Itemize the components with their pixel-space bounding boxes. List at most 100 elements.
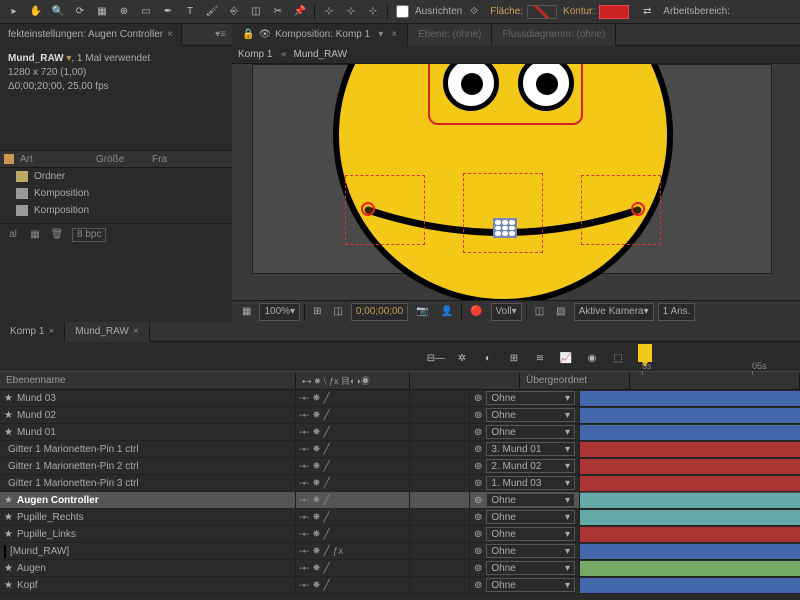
layer-clip[interactable]	[580, 578, 800, 593]
comp-viewer[interactable]	[232, 64, 800, 300]
collapse-switch[interactable]: ✸	[312, 410, 320, 421]
timeline-tab[interactable]: Mund_RAW×	[65, 322, 149, 342]
hand-tool-icon[interactable]: ✋	[26, 3, 46, 21]
collapse-switch[interactable]: ✸	[312, 478, 320, 489]
shy-switch[interactable]: -⬩-	[299, 427, 309, 438]
col-mode[interactable]	[410, 372, 520, 390]
fb-icon[interactable]: ⊞	[504, 349, 524, 367]
project-row[interactable]: Komposition	[0, 185, 232, 202]
fx-switch[interactable]: ƒx	[333, 546, 344, 557]
eraser-tool-icon[interactable]: ◫	[246, 3, 266, 21]
pickwhip-icon[interactable]: ⊚	[474, 580, 482, 591]
pickwhip-icon[interactable]: ⊚	[474, 393, 482, 404]
layer-row[interactable]: ★ Pupille_Rechts -⬩-✸╱ ⊚Ohne▾	[0, 509, 800, 526]
layer-clip[interactable]	[580, 510, 800, 525]
layer-row[interactable]: ★ Mund 01 -⬩-✸╱ ⊚Ohne▾	[0, 424, 800, 441]
shy-switch[interactable]: -⬩-	[299, 580, 309, 591]
shy-switch[interactable]: -⬩-	[299, 410, 309, 421]
collapse-switch[interactable]: ✸	[312, 580, 320, 591]
layer-clip[interactable]	[580, 391, 800, 406]
resolution-dropdown[interactable]: Voll ▾	[491, 303, 522, 321]
layer-clip[interactable]	[580, 493, 800, 508]
quality-switch[interactable]: ╱	[324, 563, 330, 574]
collapse-switch[interactable]: ✸	[312, 529, 320, 540]
channel-icon[interactable]: 🔴	[466, 303, 486, 321]
collapse-switch[interactable]: ✸	[312, 512, 320, 523]
pickwhip-icon[interactable]: ⊚	[474, 563, 482, 574]
layer-clip[interactable]	[580, 442, 800, 457]
transparency-icon[interactable]: ▨	[552, 303, 569, 321]
close-icon[interactable]: ×	[167, 29, 173, 40]
shy-switch[interactable]: -⬩-	[299, 512, 309, 523]
project-row[interactable]: Komposition	[0, 202, 232, 219]
draft3d-icon[interactable]: ⬚	[608, 349, 628, 367]
layer-tab[interactable]: Ebene: (ohne)	[408, 24, 492, 46]
pickwhip-icon[interactable]: ⊚	[474, 444, 482, 455]
local-axis-icon[interactable]: ⊹	[319, 3, 339, 21]
parent-dropdown[interactable]: 3. Mund 01▾	[486, 442, 575, 456]
transform-handle[interactable]	[493, 218, 517, 238]
layer-row[interactable]: ★ Mund 03 -⬩-✸╱ ⊚Ohne▾	[0, 390, 800, 407]
parent-dropdown[interactable]: Ohne▾	[486, 544, 575, 558]
roi-icon[interactable]: ◫	[531, 303, 548, 321]
project-row[interactable]: Ordner	[0, 168, 232, 185]
collapse-switch[interactable]: ✸	[312, 495, 320, 506]
quality-switch[interactable]: ╱	[324, 427, 330, 438]
grid-icon[interactable]: ▦	[238, 303, 255, 321]
panel-menu-icon[interactable]: ▾≡	[215, 29, 226, 40]
controller-rect[interactable]	[428, 64, 583, 125]
layer-clip[interactable]	[580, 561, 800, 576]
layer-row[interactable]: ★ Augen Controller -⬩-✸╱ ⊚Ohne▾	[0, 492, 800, 509]
timeline-tab[interactable]: Komp 1×	[0, 322, 65, 342]
quality-switch[interactable]: ╱	[324, 546, 330, 557]
align-checkbox[interactable]	[396, 5, 409, 18]
parent-dropdown[interactable]: Ohne▾	[486, 391, 575, 405]
graph-icon[interactable]: 📈	[556, 349, 576, 367]
pickwhip-icon[interactable]: ⊚	[474, 410, 482, 421]
layer-row[interactable]: ★ Pupille_Links -⬩-✸╱ ⊚Ohne▾	[0, 526, 800, 543]
snap-icon[interactable]: ⟐	[464, 3, 484, 21]
layer-row[interactable]: [Mund_RAW] -⬩-✸╱ƒx ⊚Ohne▾	[0, 543, 800, 560]
snapshot-icon[interactable]: 📷	[412, 303, 432, 321]
collapse-switch[interactable]: ✸	[312, 461, 320, 472]
flowchart-tab[interactable]: Flussdiagramm: (ohne)	[492, 24, 616, 46]
rotate-tool-icon[interactable]: ⟳	[70, 3, 90, 21]
parent-dropdown[interactable]: Ohne▾	[486, 561, 575, 575]
shy-switch[interactable]: -⬩-	[299, 495, 309, 506]
safe-icon[interactable]: ⊞	[309, 303, 325, 321]
shy-switch[interactable]: -⬩-	[299, 546, 309, 557]
dropdown-icon[interactable]: ▾	[378, 29, 383, 40]
quality-switch[interactable]: ╱	[324, 512, 330, 523]
pickwhip-icon[interactable]: ⊚	[474, 461, 482, 472]
views-dropdown[interactable]: 1 Ans.	[658, 303, 696, 321]
bpc-button[interactable]: 8 bpc	[72, 228, 106, 242]
pickwhip-icon[interactable]: ⊚	[474, 529, 482, 540]
shy-switch[interactable]: -⬩-	[299, 393, 309, 404]
parent-dropdown[interactable]: Ohne▾	[486, 408, 575, 422]
quality-switch[interactable]: ╱	[324, 580, 330, 591]
brainstorm-icon[interactable]: ◉	[582, 349, 602, 367]
pickwhip-icon[interactable]: ⊚	[474, 546, 482, 557]
camera-tool-icon[interactable]: ▦	[92, 3, 112, 21]
shy-switch[interactable]: -⬩-	[299, 444, 309, 455]
shy-switch[interactable]: -⬩-	[299, 529, 309, 540]
pickwhip-icon[interactable]: ⊚	[474, 427, 482, 438]
layer-row[interactable]: ★ Kopf -⬩-✸╱ ⊚Ohne▾	[0, 577, 800, 594]
anchor-tool-icon[interactable]: ⊕	[114, 3, 134, 21]
pickwhip-icon[interactable]: ⊚	[474, 495, 482, 506]
roto-tool-icon[interactable]: ✂	[268, 3, 288, 21]
col-name[interactable]: Ebenenname	[0, 372, 296, 390]
quality-switch[interactable]: ╱	[324, 495, 330, 506]
search-icon[interactable]: ⊟—	[426, 349, 446, 367]
shy-icon[interactable]: ◐	[478, 349, 498, 367]
fra-col[interactable]: Fra	[152, 154, 167, 165]
col-parent[interactable]: Übergeordnet	[520, 372, 630, 390]
brush-tool-icon[interactable]: 🖌	[202, 3, 222, 21]
pen-tool-icon[interactable]: ✒	[158, 3, 178, 21]
collapse-switch[interactable]: ✸	[312, 563, 320, 574]
comp-tab[interactable]: 🔒👁Komposition: Komp 1▾×	[232, 24, 408, 46]
quality-switch[interactable]: ╱	[324, 461, 330, 472]
stroke-swatch[interactable]	[599, 5, 629, 19]
crumb-item[interactable]: Mund_RAW	[294, 49, 348, 60]
time-ruler[interactable]: 0s 05s	[632, 342, 800, 371]
